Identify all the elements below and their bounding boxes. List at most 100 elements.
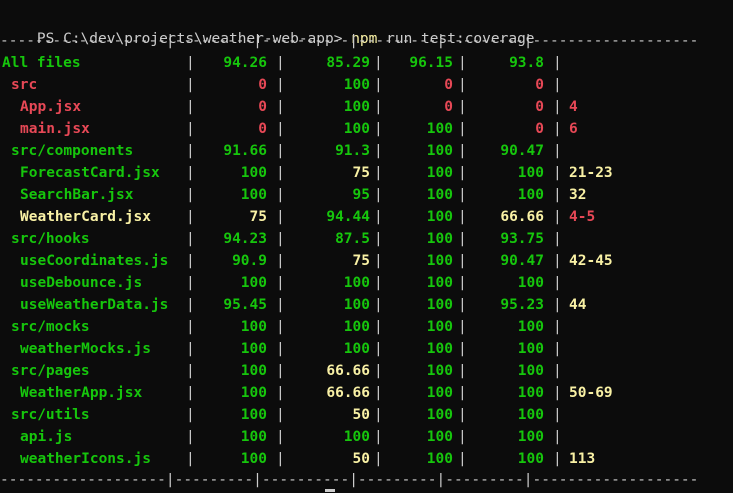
file-name: weatherMocks.js: [20, 341, 151, 357]
stmts-value: 95.45: [223, 297, 267, 313]
column-divider: |: [553, 99, 562, 115]
funcs-value: 100: [426, 429, 453, 445]
funcs-value: 100: [426, 297, 453, 313]
stmts-value: 0: [258, 77, 267, 93]
column-divider: |: [553, 253, 562, 269]
file-name: ForecastCard.jsx: [20, 165, 160, 181]
lines-value: 100: [517, 385, 544, 401]
funcs-value: 100: [426, 319, 453, 335]
lines-value: 93.75: [500, 231, 544, 247]
lines-value: 0: [535, 77, 544, 93]
separator-top: -------------------|---------|----------…: [0, 33, 699, 49]
branch-value: 100: [343, 275, 370, 291]
file-name: useDebounce.js: [20, 275, 143, 291]
lines-value: 90.47: [500, 143, 544, 159]
column-divider: |: [553, 385, 562, 401]
stmts-value: 75: [249, 209, 267, 225]
file-name: src/components: [11, 143, 134, 159]
file-name: useCoordinates.js: [20, 253, 169, 269]
file-name: WeatherApp.jsx: [20, 385, 143, 401]
table-row: App.jsx | | | | | 0 100 0 0 4: [0, 96, 733, 118]
prompt-line: PS C:\dev\projects\weather-web-app> npm …: [2, 6, 535, 47]
branch-value: 100: [343, 121, 370, 137]
table-row: api.js | | | | | 100 100 100 100: [0, 426, 733, 448]
table-row: src/pages | | | | | 100 66.66 100 100: [0, 360, 733, 382]
file-name: api.js: [20, 429, 73, 445]
stmts-value: 100: [240, 363, 267, 379]
branch-value: 50: [352, 451, 370, 467]
file-name: App.jsx: [20, 99, 82, 115]
table-row: src | | | | | 0 100 0 0: [0, 74, 733, 96]
column-divider: |: [553, 121, 562, 137]
table-row: WeatherApp.jsx | | | | | 100 66.66 100 100 50-69: [0, 382, 733, 404]
file-name: WeatherCard.jsx: [20, 209, 151, 225]
stmts-value: 90.9: [232, 253, 267, 269]
branch-value: 75: [352, 253, 370, 269]
funcs-value: 100: [426, 451, 453, 467]
column-divider: |: [553, 363, 562, 379]
column-divider: |: [553, 429, 562, 445]
branch-value: 85.29: [326, 55, 370, 71]
column-divider: |: [553, 297, 562, 313]
lines-value: 100: [517, 275, 544, 291]
column-divider: |: [553, 319, 562, 335]
uncovered-lines: 4: [569, 99, 578, 115]
file-name: src: [11, 77, 38, 93]
table-row: useWeatherData.js | | | | | 95.45 100 100 95.23 44: [0, 294, 733, 316]
stmts-value: 100: [240, 275, 267, 291]
column-divider: |: [553, 407, 562, 423]
table-row: src/mocks | | | | | 100 100 100 100: [0, 316, 733, 338]
uncovered-lines: 21-23: [569, 165, 613, 181]
table-row: useDebounce.js | | | | | 100 100 100 100: [0, 272, 733, 294]
stmts-value: 0: [258, 99, 267, 115]
funcs-value: 100: [426, 253, 453, 269]
funcs-value: 100: [426, 407, 453, 423]
file-name: src/utils: [11, 407, 90, 423]
branch-value: 75: [352, 165, 370, 181]
file-name: SearchBar.jsx: [20, 187, 134, 203]
funcs-value: 100: [426, 385, 453, 401]
column-divider: |: [553, 165, 562, 181]
table-row: src/hooks | | | | | 94.23 87.5 100 93.75: [0, 228, 733, 250]
file-name: src/mocks: [11, 319, 90, 335]
funcs-value: 100: [426, 231, 453, 247]
table-row: weatherIcons.js | | | | | 100 50 100 100 113: [0, 448, 733, 470]
file-name: All files: [2, 55, 81, 71]
lines-value: 100: [517, 165, 544, 181]
lines-value: 100: [517, 341, 544, 357]
branch-value: 100: [343, 341, 370, 357]
table-row: All files | | | | | 94.26 85.29 96.15 93.8: [0, 52, 733, 74]
table-row: weatherMocks.js | | | | | 100 100 100 100: [0, 338, 733, 360]
column-divider: |: [553, 451, 562, 467]
branch-value: 50: [352, 407, 370, 423]
funcs-value: 100: [426, 121, 453, 137]
file-name: weatherIcons.js: [20, 451, 151, 467]
column-divider: |: [553, 341, 562, 357]
lines-value: 100: [517, 407, 544, 423]
file-name: main.jsx: [20, 121, 90, 137]
file-name: src/hooks: [11, 231, 90, 247]
branch-value: 91.3: [335, 143, 370, 159]
funcs-value: 100: [426, 143, 453, 159]
table-row: ForecastCard.jsx | | | | | 100 75 100 100 21-23: [0, 162, 733, 184]
uncovered-lines: 4-5: [569, 209, 596, 225]
branch-value: 94.44: [326, 209, 370, 225]
stmts-value: 100: [240, 407, 267, 423]
lines-value: 66.66: [500, 209, 544, 225]
lines-value: 90.47: [500, 253, 544, 269]
lines-value: 95.23: [500, 297, 544, 313]
funcs-value: 100: [426, 165, 453, 181]
lines-value: 0: [535, 121, 544, 137]
stmts-value: 94.26: [223, 55, 267, 71]
uncovered-lines: 42-45: [569, 253, 613, 269]
stmts-value: 100: [240, 319, 267, 335]
branch-value: 100: [343, 297, 370, 313]
lines-value: 100: [517, 187, 544, 203]
branch-value: 100: [343, 99, 370, 115]
stmts-value: 94.23: [223, 231, 267, 247]
column-divider: |: [553, 55, 562, 71]
column-divider: |: [553, 143, 562, 159]
column-divider: |: [553, 231, 562, 247]
stmts-value: 100: [240, 187, 267, 203]
terminal-window[interactable]: PS C:\dev\projects\weather-web-app> npm …: [0, 0, 733, 493]
